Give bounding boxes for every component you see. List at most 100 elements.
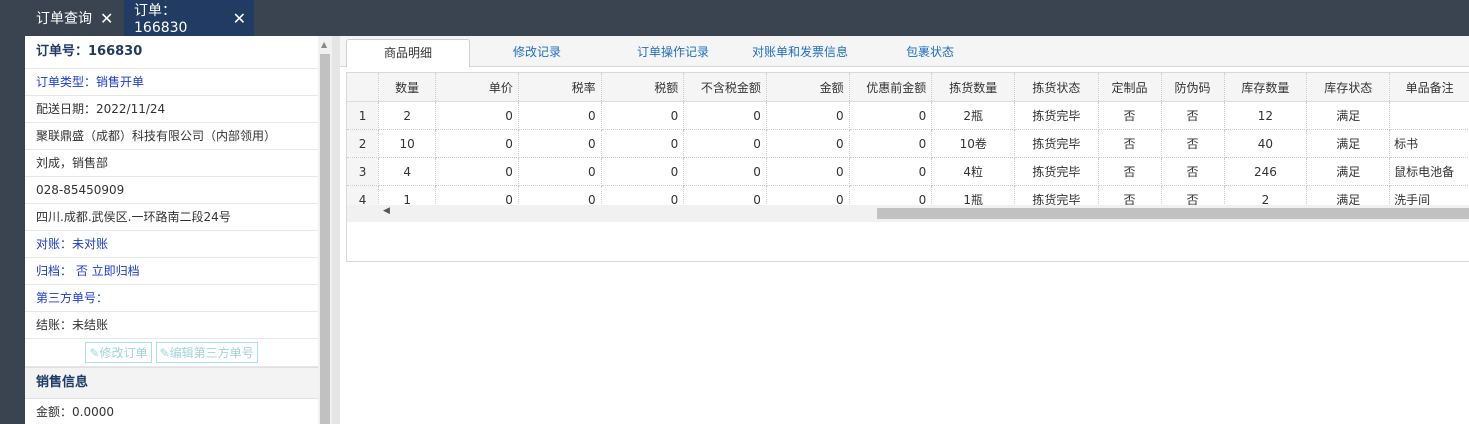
table-cell: 246 <box>1224 157 1308 186</box>
table-cell: 0 <box>435 129 519 158</box>
tab-invoice-info[interactable]: 对账单和发票信息 <box>740 39 860 66</box>
table-cell: 鼠标电池备 <box>1389 157 1469 186</box>
edit-icon: ✎ <box>89 346 100 360</box>
column-header[interactable]: 税额 <box>601 73 685 102</box>
table-cell: 否 <box>1098 157 1162 186</box>
table-cell: 0 <box>849 129 933 158</box>
table-cell: 满足 <box>1306 101 1391 130</box>
edit-order-label: 修改订单 <box>99 346 148 360</box>
table-cell: 满足 <box>1306 129 1391 158</box>
tab-order-query-label: 订单查询 <box>36 11 92 27</box>
column-header[interactable]: 单品备注 <box>1389 73 1469 102</box>
table-cell: 12 <box>1224 101 1308 130</box>
edit-order-button[interactable]: ✎修改订单 <box>85 342 152 363</box>
row-index-cell: 2 <box>347 129 380 158</box>
table-cell: 40 <box>1224 129 1308 158</box>
column-header[interactable] <box>347 73 380 102</box>
column-header[interactable]: 拣货状态 <box>1014 73 1099 102</box>
table-horizontal-scrollbar[interactable]: ◀ <box>347 205 1469 222</box>
table-cell: 0 <box>518 129 602 158</box>
goods-table: 数量 单价 税率 税额 不含税金额 金额 优惠前金额 拣货数量 拣货状态 定制品 防伪码 库存数量 库存… <box>346 72 1469 262</box>
goods-table-grid: 数量 单价 税率 税额 不含税金额 金额 优惠前金额 拣货数量 拣货状态 定制品 防伪码 库存数量 库存… <box>347 73 1469 214</box>
tab-goods-detail[interactable]: 商品明细 <box>346 39 470 67</box>
table-row[interactable]: 2 10 0 0 0 0 0 0 10卷 拣货完毕否否 40 满足 标书 <box>347 129 1469 158</box>
reconcile-status[interactable]: 对账：未对账 <box>25 231 318 258</box>
table-row[interactable]: 1 2 0 0 0 0 0 0 2瓶 拣货完毕否否 12 满足 <box>347 101 1469 130</box>
contact-person: 刘成，销售部 <box>25 150 318 177</box>
column-header[interactable]: 优惠前金额 <box>849 73 933 102</box>
table-cell: 满足 <box>1306 157 1391 186</box>
edit-icon: ✎ <box>159 346 170 360</box>
table-cell: 0 <box>518 101 602 130</box>
close-icon[interactable]: ✕ <box>233 9 246 28</box>
detail-tabs: 商品明细 修改记录 订单操作记录 对账单和发票信息 包裹状态 <box>340 36 1469 67</box>
tab-order-detail[interactable]: 订单：166830 ✕ <box>124 0 254 36</box>
scroll-up-icon[interactable]: ▲ <box>321 40 327 49</box>
column-header[interactable]: 金额 <box>766 73 850 102</box>
table-cell: 否 <box>1161 101 1225 130</box>
table-cell: 0 <box>849 157 933 186</box>
tab-package-status[interactable]: 包裹状态 <box>880 39 980 66</box>
row-index-cell: 1 <box>347 101 380 130</box>
table-cell: 10 <box>378 129 437 158</box>
edit-third-party-label: 编辑第三方单号 <box>169 346 254 360</box>
table-cell: 4粒 <box>931 157 1016 186</box>
tab-operation-log[interactable]: 订单操作记录 <box>606 39 740 66</box>
table-cell: 否 <box>1161 129 1225 158</box>
scrollbar-thumb[interactable] <box>877 208 1469 219</box>
splitter[interactable] <box>332 36 340 424</box>
table-cell: 否 <box>1098 101 1162 130</box>
table-cell: 0 <box>601 101 685 130</box>
table-cell: 0 <box>683 129 767 158</box>
scroll-left-icon[interactable]: ◀ <box>383 206 390 216</box>
table-cell: 拣货完毕 <box>1014 101 1099 130</box>
column-header[interactable]: 数量 <box>378 73 437 102</box>
sales-info-title: 销售信息 <box>25 367 318 399</box>
column-header[interactable]: 单价 <box>435 73 519 102</box>
order-number: 订单号：166830 <box>25 36 318 69</box>
column-header[interactable]: 税率 <box>518 73 602 102</box>
table-cell: 0 <box>766 157 850 186</box>
table-cell: 0 <box>683 101 767 130</box>
delivery-date: 配送日期：2022/11/24 <box>25 96 318 123</box>
edit-third-party-button[interactable]: ✎编辑第三方单号 <box>155 342 258 363</box>
table-cell: 否 <box>1161 157 1225 186</box>
table-cell: 拣货完毕 <box>1014 129 1099 158</box>
column-header[interactable]: 防伪码 <box>1161 73 1225 102</box>
side-strip <box>0 36 25 424</box>
order-action-buttons: ✎修改订单 ✎编辑第三方单号 <box>25 339 318 367</box>
table-cell: 2 <box>378 101 437 130</box>
third-party-number: 第三方单号： <box>25 285 318 312</box>
order-type: 订单类型：销售开单 <box>25 69 318 96</box>
column-header[interactable]: 库存状态 <box>1306 73 1391 102</box>
column-header[interactable]: 库存数量 <box>1224 73 1308 102</box>
delivery-address: 四川.成都.武侯区.一环路南二段24号 <box>25 204 318 231</box>
order-info-panel: 订单号：166830 订单类型：销售开单 配送日期：2022/11/24 聚联鼎… <box>25 36 318 424</box>
table-cell: 0 <box>518 157 602 186</box>
tab-modify-log[interactable]: 修改记录 <box>482 39 592 66</box>
detail-area: 商品明细 修改记录 订单操作记录 对账单和发票信息 包裹状态 数量 单价 税率 税额不… <box>340 36 1469 424</box>
table-row[interactable]: 3 4 0 0 0 0 0 0 4粒 拣货完毕否否 246 满足 鼠标电池备 <box>347 157 1469 186</box>
scrollbar-thumb[interactable] <box>320 54 330 424</box>
table-cell: 0 <box>435 101 519 130</box>
close-icon[interactable]: ✕ <box>100 9 113 28</box>
top-tab-bar: 订单查询 ✕ 订单：166830 ✕ <box>0 0 1469 36</box>
column-header[interactable]: 不含税金额 <box>683 73 767 102</box>
table-cell: 0 <box>849 101 933 130</box>
table-cell: 标书 <box>1389 129 1469 158</box>
column-header[interactable]: 定制品 <box>1098 73 1162 102</box>
table-cell: 0 <box>683 157 767 186</box>
tab-order-detail-label: 订单：166830 <box>134 3 188 36</box>
table-cell: 0 <box>601 129 685 158</box>
archive-status[interactable]: 归档： 否 立即归档 <box>25 258 318 285</box>
settle-status: 结账：未结账 <box>25 312 318 339</box>
table-cell: 0 <box>601 157 685 186</box>
table-cell: 否 <box>1098 129 1162 158</box>
tab-order-query[interactable]: 订单查询 ✕ <box>26 0 122 36</box>
table-cell: 0 <box>435 157 519 186</box>
column-header[interactable]: 拣货数量 <box>931 73 1016 102</box>
contact-phone: 028-85450909 <box>25 177 318 204</box>
left-panel-scrollbar[interactable]: ▲ <box>318 36 332 424</box>
table-cell: 2瓶 <box>931 101 1016 130</box>
table-cell: 0 <box>766 129 850 158</box>
